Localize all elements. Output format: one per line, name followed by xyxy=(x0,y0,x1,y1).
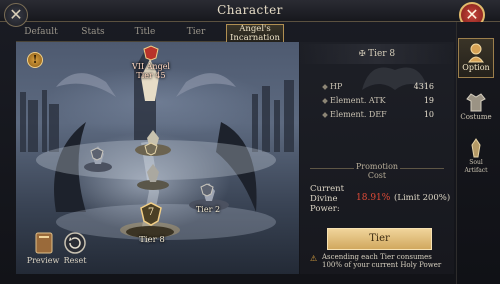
divine-power-label-line1: Current xyxy=(310,184,345,194)
artifact-icon xyxy=(471,138,481,158)
stat-name: Element. ATK xyxy=(330,96,386,105)
book-icon xyxy=(35,232,53,254)
tier-header-label: Tier 8 xyxy=(368,49,396,59)
reset-icon xyxy=(64,232,86,254)
top-node-tier[interactable]: Tier 45 xyxy=(126,71,176,80)
stat-row-hp: HP 4316 xyxy=(322,82,440,94)
tier-up-button[interactable]: Tier xyxy=(327,228,432,250)
tier-node-label-right: Tier 2 xyxy=(195,205,221,214)
tab-tier[interactable]: Tier xyxy=(176,24,216,42)
side-item-label: Option xyxy=(462,63,490,72)
side-item-label: Costume xyxy=(460,113,492,121)
divine-power-label: Current Divine Power: xyxy=(310,184,360,214)
divine-power-label-line2: Divine xyxy=(310,194,338,204)
option-icon xyxy=(468,43,484,63)
divine-power-value: 18.91% xyxy=(356,193,391,203)
top-node-title: VII Angel xyxy=(132,62,170,71)
angel-rank-icon xyxy=(142,45,160,61)
stat-row-element-atk: Element. ATK 19 xyxy=(322,96,440,108)
tab-title[interactable]: Title xyxy=(122,24,168,42)
stat-name: HP xyxy=(330,82,343,91)
divine-power-label-line3: Power: xyxy=(310,204,340,214)
stat-name: Element. DEF xyxy=(330,110,387,119)
selected-tier-label: Tier 8 xyxy=(139,235,165,245)
side-item-soul-artifact[interactable]: Soul Artifact xyxy=(458,134,494,174)
title-bar: Character xyxy=(0,0,500,22)
tab-stats[interactable]: Stats xyxy=(70,24,116,42)
reset-label: Reset xyxy=(63,256,87,265)
divine-power-limit: (Limit 200%) xyxy=(394,193,451,203)
tab-default[interactable]: Default xyxy=(16,24,66,42)
character-tabs: Default Stats Title Tier Angel's Incarna… xyxy=(16,24,284,43)
stat-row-element-def: Element. DEF 10 xyxy=(322,110,440,122)
tier-node-emblem-middle[interactable] xyxy=(143,141,159,156)
selected-tier-badge[interactable]: 7 xyxy=(138,202,164,226)
tier-node-emblem-right[interactable] xyxy=(199,182,215,197)
tier-header-icon: ✠ xyxy=(358,49,369,58)
costume-icon xyxy=(466,93,486,112)
side-item-option[interactable]: Option xyxy=(458,38,494,78)
stat-value: 10 xyxy=(423,110,434,119)
preview-button[interactable] xyxy=(31,230,57,256)
tier-node-emblem-left[interactable] xyxy=(89,146,105,161)
side-item-costume[interactable]: Costume xyxy=(458,88,494,124)
warning-icon[interactable]: ! xyxy=(27,52,43,68)
reset-button[interactable] xyxy=(62,230,88,256)
stat-value: 4316 xyxy=(413,82,434,91)
stat-value: 19 xyxy=(423,96,434,105)
promotion-cost-line1: Promotion xyxy=(355,162,399,171)
tab-angels-incarnation[interactable]: Angel's Incarnation xyxy=(226,24,284,43)
promotion-cost-line2: Cost xyxy=(367,171,387,180)
warning-triangle-icon: ⚠ xyxy=(310,254,318,263)
promotion-cost-title: Promotion Cost xyxy=(300,162,454,180)
side-item-label: Soul Artifact xyxy=(464,159,488,174)
window-title: Character xyxy=(217,3,283,17)
tier-cost-note: Ascending each Tier consumes 100% of you… xyxy=(322,253,442,269)
selected-tier-number: 7 xyxy=(147,207,155,218)
